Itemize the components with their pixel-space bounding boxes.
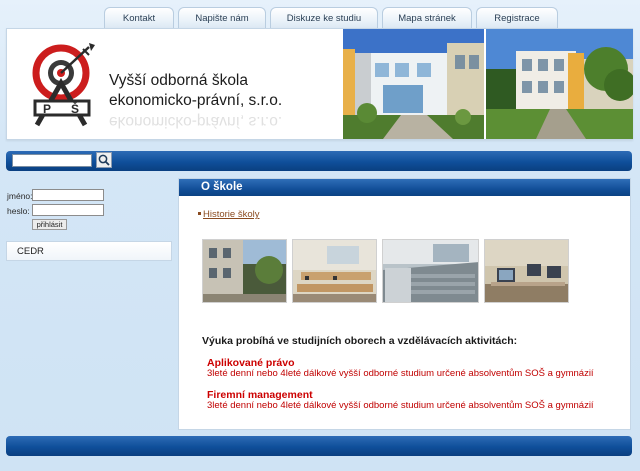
tab-diskuze-ke-studiu[interactable]: Diskuze ke studiu (270, 7, 378, 29)
name-field[interactable] (32, 189, 104, 201)
login-button[interactable]: přihlásit (32, 219, 67, 230)
magnifier-icon (98, 154, 110, 166)
site-header: P Š Vyšší odborná škola ekonomicko-právn… (6, 28, 633, 140)
school-name-line1: Vyšší odborná škola (109, 72, 249, 89)
tab-mapa-stranek[interactable]: Mapa stránek (382, 7, 472, 29)
password-label: heslo: (7, 206, 30, 216)
footer-bar (6, 436, 632, 456)
program-desc-applied-law: 3leté denní nebo 4leté dálkové vyšší odb… (207, 368, 594, 379)
school-name-line2: ekonomicko-právní, s.r.o. (109, 92, 283, 109)
thumbnail-building-exterior[interactable] (202, 239, 287, 303)
logo-letter-s: Š (71, 101, 79, 116)
logo-letter-p: P (43, 102, 51, 116)
thumbnail-classroom[interactable] (292, 239, 377, 303)
tab-kontakt[interactable]: Kontakt (104, 7, 174, 29)
search-button[interactable] (96, 152, 112, 168)
header-photo-campus (486, 29, 633, 139)
search-input[interactable] (12, 154, 92, 167)
thumbnail-lecture-hall[interactable] (382, 239, 479, 303)
study-intro: Výuka probíhá ve studijních oborech a vz… (202, 335, 518, 347)
top-nav: Kontakt Napište nám Diskuze ke studiu Ma… (104, 7, 562, 29)
tab-napiste-nam[interactable]: Napište nám (178, 7, 266, 29)
tab-registrace[interactable]: Registrace (476, 7, 558, 29)
school-name-reflection: ekonomicko-právní, s.r.o. (109, 111, 282, 131)
name-label: jméno: (7, 191, 33, 201)
search-bar (6, 151, 632, 171)
password-field[interactable] (32, 204, 104, 216)
school-name: Vyšší odborná škola ekonomicko-právní, s… (109, 71, 282, 111)
thumbnail-computer-lab[interactable] (484, 239, 569, 303)
main-content: O škole Historie školy Výuka probíhá ve … (178, 178, 631, 430)
page-title: O škole (179, 179, 630, 196)
program-desc-corporate-management: 3leté denní nebo 4leté dálkové vyšší odb… (207, 400, 594, 411)
header-photo-building (343, 29, 484, 139)
reflection-line2: ekonomicko-právní, s.r.o. (109, 113, 283, 130)
history-link[interactable]: Historie školy (203, 209, 260, 220)
sidebar-item-cedr[interactable]: CEDR (6, 241, 172, 261)
bullet-icon (198, 212, 201, 215)
school-logo[interactable]: P Š (31, 43, 99, 127)
